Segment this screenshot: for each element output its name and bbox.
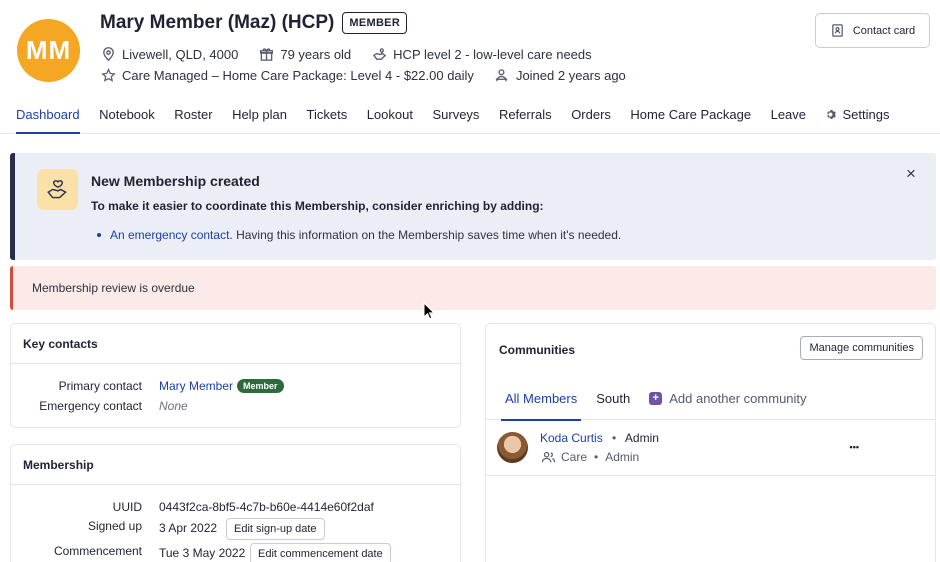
primary-contact-value-wrap: Mary Member Member [159,379,284,393]
location-pin-icon [100,46,116,62]
mouse-cursor-icon [423,301,436,323]
uuid-label: UUID [112,500,142,514]
new-membership-banner: New Membership created To make it easier… [10,153,936,260]
banner-subtitle: To make it easier to coordinate this Mem… [91,199,544,213]
member-badge: MEMBER [342,12,408,34]
age-text: 79 years old [280,46,352,62]
emergency-contact-label: Emergency contact [39,399,142,413]
location-info: Livewell, QLD, 4000 [100,46,238,62]
membership-title: Membership [11,445,460,485]
member-name: Mary Member (Maz) (HCP) [100,12,335,33]
key-contacts-title: Key contacts [11,324,460,364]
tab-dashboard[interactable]: Dashboard [16,95,80,134]
edit-signup-date-button[interactable]: Edit sign-up date [226,518,325,540]
more-options-icon[interactable]: ••• [850,442,859,452]
member-name-line: Koda Curtis • Admin [540,431,659,445]
communities-title: Communities [499,343,576,357]
review-overdue-alert: Membership review is overdue [10,266,936,310]
key-contacts-card: Key contacts Primary contact Mary Member… [10,323,461,428]
people-group-icon [540,449,556,465]
signup-label: Signed up [87,519,142,533]
separator-dot: • [594,450,599,464]
member-name-row: Mary Member (Maz) (HCP) MEMBER [100,12,408,34]
commencement-value: Tue 3 May 2022 [159,546,246,560]
contact-card-label: Contact card [852,24,916,37]
manage-communities-button[interactable]: Manage communities [800,336,923,360]
tab-home-care-package[interactable]: Home Care Package [630,95,751,133]
signup-value: 3 Apr 2022 [159,521,218,535]
member-meta-row-1: Livewell, QLD, 4000 79 years old HCP lev… [100,46,612,62]
tab-south[interactable]: South [596,376,630,420]
member-avatar: MM [17,19,80,82]
tab-help-plan[interactable]: Help plan [232,95,287,133]
star-icon [100,67,116,83]
bullet-dot [97,233,101,237]
communities-card: Communities Manage communities All Membe… [485,323,936,562]
member-role: Admin [624,431,659,445]
edit-commencement-date-button[interactable]: Edit commencement date [250,543,391,562]
add-community-label: Add another community [669,390,807,406]
emergency-contact-value: None [159,399,188,413]
tab-surveys[interactable]: Surveys [432,95,479,133]
alert-text: Membership review is overdue [32,281,195,295]
tab-referrals[interactable]: Referrals [499,95,552,133]
tab-all-members[interactable]: All Members [500,376,582,421]
member-photo-avatar [497,432,528,463]
gear-icon [826,108,838,120]
add-community-tab[interactable]: + Add another community [649,376,807,420]
location-text: Livewell, QLD, 4000 [122,46,239,62]
contact-card-icon [830,23,846,39]
banner-title: New Membership created [91,173,260,189]
hand-heart-icon [371,46,387,62]
care-level-text: HCP level 2 - low-level care needs [393,46,592,62]
signup-row: Signed up 3 Apr 2022 Edit sign-up date [11,517,460,541]
emergency-contact-link[interactable]: An emergency contact [110,228,229,242]
main-tabs: Dashboard Notebook Roster Help plan Tick… [0,96,940,134]
contact-card-button[interactable]: Contact card [815,13,930,48]
person-join-icon [494,67,510,83]
joined-text: Joined 2 years ago [515,67,626,83]
community-tabs: All Members South + Add another communit… [486,376,935,421]
care-level-info: HCP level 2 - low-level care needs [371,46,592,62]
gift-icon [258,46,274,62]
member-group-role: Admin [605,450,640,464]
separator-dot: • [612,431,617,445]
tab-notebook[interactable]: Notebook [99,95,155,133]
tab-leave[interactable]: Leave [771,95,806,133]
plus-icon: + [649,391,663,405]
member-name-link[interactable]: Koda Curtis [540,431,603,445]
commencement-row: Commencement Tue 3 May 2022 Edit commenc… [11,542,460,562]
hand-heart-banner-icon [37,169,78,210]
tab-roster[interactable]: Roster [174,95,212,133]
banner-item-text: . Having this information on the Members… [229,228,622,242]
membership-card: Membership UUID 0443f2ca-8bf5-4c7b-b60e-… [10,444,461,562]
tab-lookout[interactable]: Lookout [367,95,413,133]
member-pill: Member [237,379,284,393]
tab-settings-label: Settings [842,106,890,122]
tab-tickets[interactable]: Tickets [307,95,348,133]
community-member-row: Koda Curtis • Admin Care • Admin ••• [486,420,935,476]
package-text: Care Managed – Home Care Package: Level … [122,67,474,83]
age-info: 79 years old [258,46,351,62]
uuid-value: 0443f2ca-8bf5-4c7b-b60e-4414e60f2daf [159,500,374,514]
tab-orders[interactable]: Orders [571,95,611,133]
close-icon[interactable]: × [906,165,920,182]
primary-contact-label: Primary contact [58,379,142,393]
tab-settings[interactable]: Settings [826,95,890,133]
primary-contact-link[interactable]: Mary Member [159,379,233,393]
commencement-label: Commencement [53,544,142,558]
member-group-line: Care • Admin [540,449,639,465]
joined-info: Joined 2 years ago [494,67,626,83]
member-group: Care [561,450,588,464]
package-info: Care Managed – Home Care Package: Level … [100,67,474,83]
member-meta-row-2: Care Managed – Home Care Package: Level … [100,67,646,83]
banner-list-item: An emergency contact . Having this infor… [91,228,621,242]
